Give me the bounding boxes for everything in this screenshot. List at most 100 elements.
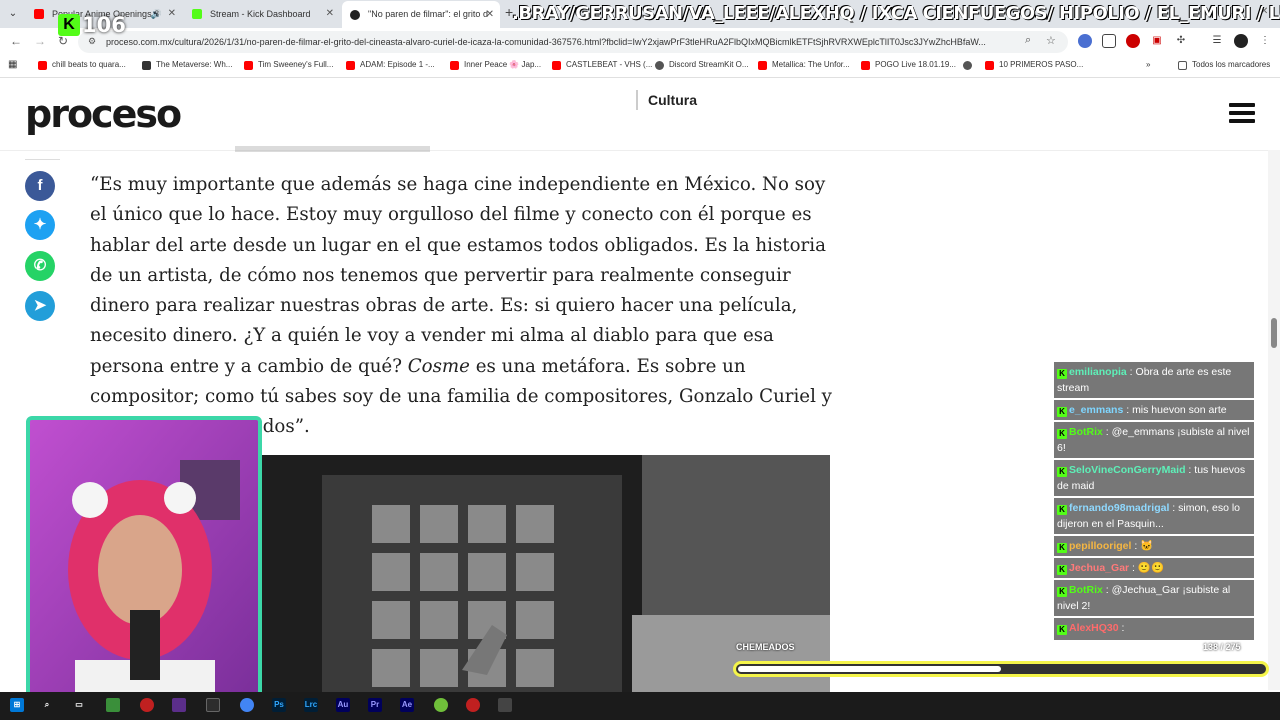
chat-username: BotRix <box>1069 426 1103 438</box>
bookmark-item[interactable]: Tim Sweeney's Full... <box>244 60 333 70</box>
tab-proceso-article[interactable]: "No paren de filmar": el grito d ✕ <box>342 1 500 28</box>
chat-message: K SeloVineConGerryMaid : tus huevos de ma… <box>1054 460 1254 496</box>
all-bookmarks-folder[interactable]: Todos los marcadores <box>1178 60 1270 70</box>
media-controls-icon[interactable]: ☰ <box>1210 34 1224 48</box>
tab-title: Stream - Kick Dashboard <box>210 9 311 19</box>
globe-icon <box>655 61 664 70</box>
close-tab-icon[interactable]: ✕ <box>326 3 334 25</box>
streamer-video <box>30 420 258 698</box>
emote-icon: 🐱 <box>1140 540 1154 552</box>
whatsapp-share-icon[interactable]: ✆ <box>25 251 55 281</box>
kick-badge-icon: K <box>1057 587 1067 597</box>
speaker-icon[interactable]: 🔊 <box>151 3 162 25</box>
youtube-icon <box>985 61 994 70</box>
page-scrollbar[interactable] <box>1268 150 1280 690</box>
chat-text: mis huevon son arte <box>1132 404 1227 416</box>
kick-badge-icon: K <box>1057 565 1067 575</box>
app-icon[interactable] <box>106 698 120 712</box>
bookmark-item[interactable]: Metallica: The Unfor... <box>758 60 850 70</box>
chat-username: SeloVineConGerryMaid <box>1069 464 1186 476</box>
chrome-icon[interactable] <box>240 698 254 712</box>
after-effects-icon[interactable]: Ae <box>400 698 414 712</box>
windows-start-icon[interactable]: ⊞ <box>10 698 24 712</box>
bookmark-item[interactable]: The Metaverse: Wh... <box>142 60 232 70</box>
webcam-feed <box>26 416 262 702</box>
hamburger-menu-icon[interactable] <box>1229 103 1255 125</box>
article-paragraph: “Es muy importante que además se haga ci… <box>90 170 835 443</box>
app-icon[interactable] <box>172 698 186 712</box>
profile-avatar[interactable] <box>1234 34 1248 48</box>
extensions-puzzle-icon[interactable]: ✣ <box>1174 34 1188 48</box>
bookmark-star-icon[interactable]: ☆ <box>1046 34 1056 47</box>
premiere-icon[interactable]: Pr <box>368 698 382 712</box>
address-bar[interactable]: ⚙ proceso.com.mx/cultura/2026/1/31/no-pa… <box>78 31 1068 53</box>
chat-username: fernando98madrigal <box>1069 502 1170 514</box>
kick-badge-icon: K <box>1057 407 1067 417</box>
bookmark-item[interactable]: Discord StreamKit O... <box>655 60 749 70</box>
photoshop-icon[interactable]: Ps <box>272 698 286 712</box>
youtube-icon <box>244 61 253 70</box>
app-icon[interactable] <box>466 698 480 712</box>
extension-icon[interactable] <box>1102 34 1116 48</box>
bookmark-item[interactable]: CASTLEBEAT - VHS (... <box>552 60 652 70</box>
stream-chat-overlay: Kemilianopia : Obra de arte es este stre… <box>1054 362 1254 642</box>
extension-icon[interactable] <box>1078 34 1092 48</box>
more-bookmarks-icon[interactable]: » <box>1146 60 1150 69</box>
lightroom-icon[interactable]: Lrc <box>304 698 318 712</box>
search-icon[interactable]: ⌕ <box>40 698 54 712</box>
bookmark-item[interactable]: Inner Peace 🌸 Jap... <box>450 60 541 70</box>
proceso-icon <box>350 9 360 20</box>
bookmarks-bar: ▦ chill beats to quara... The Metaverse:… <box>0 56 1280 78</box>
stream-ticker: .BRAY/GERRUSAN/VA_LEEE/ALEXHQ / IXCA CIE… <box>512 3 1280 24</box>
address-toolbar: ← → ↻ ⚙ proceso.com.mx/cultura/2026/1/31… <box>0 28 1280 56</box>
app-icon[interactable] <box>140 698 154 712</box>
chat-message: K BotRix : @e_emmans ¡subiste al nivel 6! <box>1054 422 1254 458</box>
goal-progress-bar <box>733 661 1269 677</box>
viewer-count: 106 <box>82 13 126 37</box>
app-icon[interactable] <box>498 698 512 712</box>
tab-kick-dashboard[interactable]: Stream - Kick Dashboard ✕ <box>184 3 340 25</box>
globe-icon <box>963 61 972 70</box>
app-icon[interactable] <box>206 698 220 712</box>
close-tab-icon[interactable]: ✕ <box>168 3 176 25</box>
back-icon[interactable]: ← <box>10 34 22 48</box>
section-label[interactable]: Cultura <box>636 90 697 110</box>
url-text[interactable]: proceso.com.mx/cultura/2026/1/31/no-pare… <box>106 31 1021 53</box>
chat-username: AlexHQ30 <box>1069 622 1119 634</box>
kick-badge-icon: K <box>1057 369 1067 379</box>
chat-username: pepilloorigel <box>1069 540 1132 552</box>
chat-username: e_emmans <box>1069 404 1124 416</box>
bookmark-item[interactable]: POGO Live 18.01.19... <box>861 60 956 70</box>
bookmark-item[interactable]: chill beats to quara... <box>38 60 126 70</box>
telegram-share-icon[interactable]: ➤ <box>25 291 55 321</box>
task-view-icon[interactable]: ▭ <box>72 698 86 712</box>
forward-icon[interactable]: → <box>34 34 46 48</box>
bookmark-favicon <box>142 61 151 70</box>
clipped-text-line <box>90 136 430 152</box>
screen: ⌄ Popular Anime Openings 8 🔊 ✕ Stream - … <box>0 0 1280 720</box>
goal-count: 138 / 275 <box>1203 642 1241 652</box>
divider <box>25 159 60 160</box>
youtube-icon <box>34 9 44 19</box>
close-tab-icon[interactable]: ✕ <box>486 1 494 28</box>
audition-icon[interactable]: Au <box>336 698 350 712</box>
article-image <box>262 455 830 695</box>
apps-grid-icon[interactable]: ▦ <box>8 59 17 70</box>
zoom-search-icon[interactable]: ⌕ <box>1025 34 1031 47</box>
twitter-share-icon[interactable]: ✦ <box>25 210 55 240</box>
proceso-logo[interactable]: proceso <box>25 92 182 136</box>
extension-icon[interactable] <box>1126 34 1140 48</box>
facebook-share-icon[interactable]: f <box>25 171 55 201</box>
extension-icon[interactable]: ▣ <box>1150 34 1164 48</box>
bookmark-item[interactable]: ADAM: Episode 1 -... <box>346 60 435 70</box>
bookmark-item[interactable]: 10 PRIMEROS PASO... <box>985 60 1083 70</box>
menu-dots-icon[interactable]: ⋮ <box>1258 34 1272 48</box>
chat-message: Kfernando98madrigal : simon, eso lo dije… <box>1054 498 1254 534</box>
app-icon[interactable] <box>434 698 448 712</box>
goal-progress-fill <box>738 666 1001 672</box>
tab-search-icon[interactable]: ⌄ <box>4 5 22 23</box>
chat-message: K Jechua_Gar : 🙂🙂 <box>1054 558 1254 578</box>
windows-taskbar: ⊞ ⌕ ▭ Ps Lrc Au Pr Ae <box>0 692 1280 720</box>
scrollbar-thumb[interactable] <box>1271 318 1277 348</box>
youtube-icon <box>38 61 47 70</box>
